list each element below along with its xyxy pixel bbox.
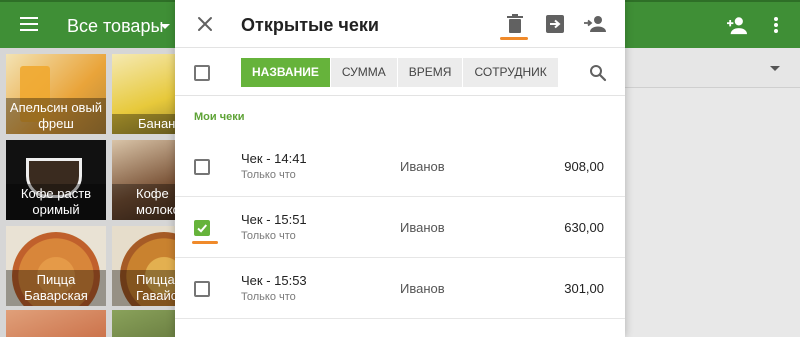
delete-icon[interactable] xyxy=(503,12,527,36)
receipt-amount: 301,00 xyxy=(564,281,604,296)
app-title[interactable]: Все товары xyxy=(67,16,163,37)
receipt-row[interactable]: Чек - 15:51 Только что Иванов 630,00 xyxy=(175,198,625,258)
sort-row: НАЗВАНИЕ СУММА ВРЕМЯ СОТРУДНИК xyxy=(175,48,625,96)
add-person-icon[interactable] xyxy=(726,15,748,35)
product-label: Пицца Баварская xyxy=(6,270,106,306)
dialog-header: Открытые чеки xyxy=(175,0,625,48)
product-tile[interactable]: Кофе раств оримый xyxy=(6,140,106,220)
chevron-down-icon[interactable] xyxy=(160,24,170,29)
sort-tab-employee[interactable]: СОТРУДНИК xyxy=(463,58,559,87)
transfer-icon[interactable] xyxy=(543,12,567,36)
receipt-row[interactable]: Чек - 14:41 Только что Иванов 908,00 xyxy=(175,137,625,197)
receipt-employee: Иванов xyxy=(400,159,445,174)
receipt-amount: 630,00 xyxy=(564,220,604,235)
more-vert-icon[interactable] xyxy=(774,17,778,33)
product-tile[interactable]: Апельсин овый фреш xyxy=(6,54,106,134)
product-label: Кофе раств оримый xyxy=(6,184,106,220)
receipt-row[interactable]: Чек - 15:53 Только что Иванов 301,00 xyxy=(175,259,625,319)
search-icon[interactable] xyxy=(589,64,607,82)
chevron-down-icon[interactable] xyxy=(770,66,780,71)
receipt-checkbox[interactable] xyxy=(194,159,210,175)
menu-icon[interactable] xyxy=(20,17,38,31)
receipt-checkbox[interactable] xyxy=(194,281,210,297)
sort-tabs: НАЗВАНИЕ СУММА ВРЕМЯ СОТРУДНИК xyxy=(241,58,559,87)
receipt-amount: 908,00 xyxy=(564,159,604,174)
section-label: Мои чеки xyxy=(194,111,245,123)
assign-employee-icon[interactable] xyxy=(583,12,607,36)
sort-tab-time[interactable]: ВРЕМЯ xyxy=(397,58,464,87)
receipt-employee: Иванов xyxy=(400,220,445,235)
product-tile[interactable] xyxy=(6,310,106,337)
dialog-title: Открытые чеки xyxy=(241,15,379,35)
receipt-name: Чек - 15:53 xyxy=(241,273,307,288)
receipt-employee: Иванов xyxy=(400,281,445,296)
sort-tab-sum[interactable]: СУММА xyxy=(330,58,398,87)
checkbox-highlight xyxy=(192,241,218,244)
order-panel xyxy=(625,88,800,337)
receipt-time: Только что xyxy=(241,169,296,181)
filter-dropdown[interactable] xyxy=(625,48,800,88)
receipt-time: Только что xyxy=(241,291,296,303)
product-grid: Апельсин овый фреш Банан Кофе раств орим… xyxy=(0,48,212,337)
receipt-name: Чек - 15:51 xyxy=(241,212,307,227)
receipt-time: Только что xyxy=(241,230,296,242)
select-all-checkbox[interactable] xyxy=(194,65,210,81)
receipt-checkbox[interactable] xyxy=(194,220,210,236)
close-icon[interactable] xyxy=(195,14,215,34)
check-icon xyxy=(197,224,208,233)
product-tile[interactable]: Пицца Баварская xyxy=(6,226,106,306)
sort-tab-name[interactable]: НАЗВАНИЕ xyxy=(241,58,331,87)
product-label: Апельсин овый фреш xyxy=(6,98,106,134)
delete-highlight xyxy=(500,37,528,40)
open-receipts-dialog: Открытые чеки НАЗВАНИЕ СУММА ВРЕМЯ СОТРУ… xyxy=(175,0,625,337)
receipt-name: Чек - 14:41 xyxy=(241,151,307,166)
